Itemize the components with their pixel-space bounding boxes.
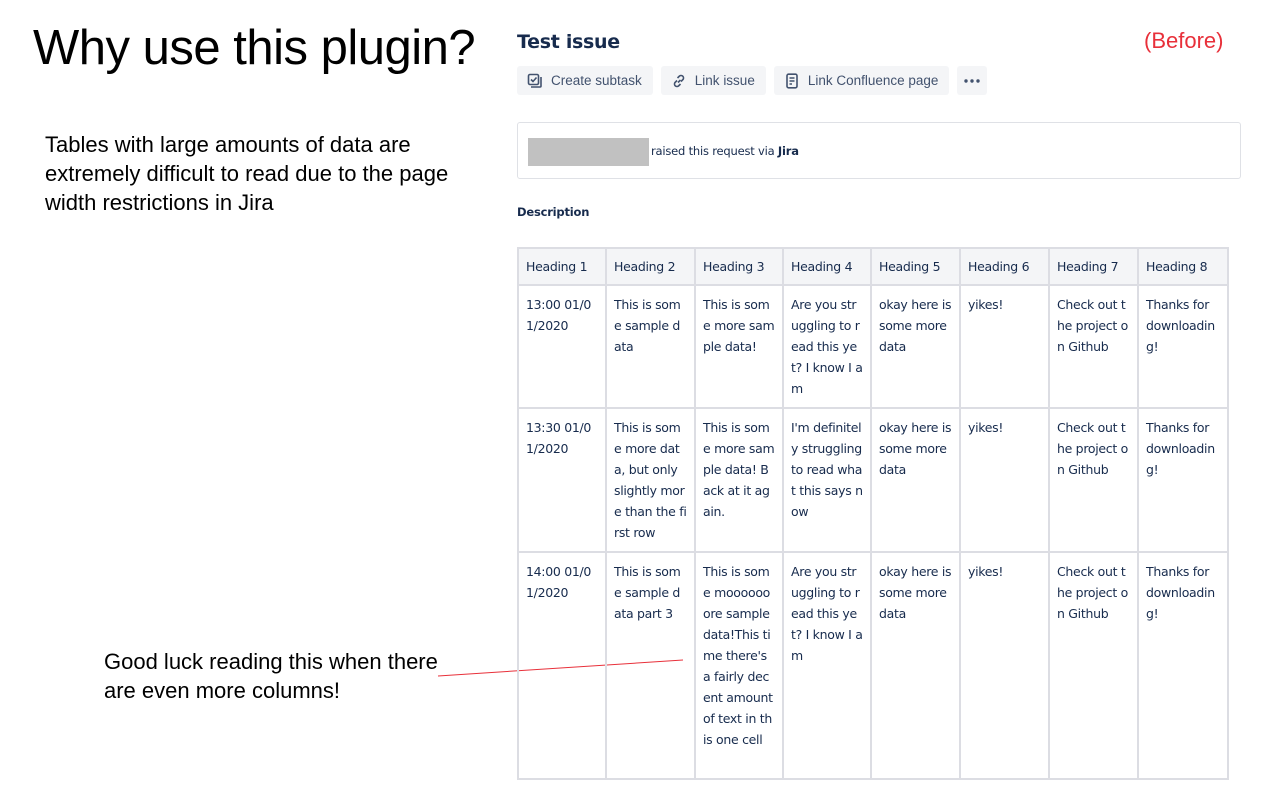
table-header-cell: Heading 2: [605, 247, 696, 286]
table-cell: I'm definitely struggling to read what t…: [782, 407, 872, 553]
table-cell: This is some more sample data!: [694, 284, 784, 409]
table-header-cell: Heading 5: [870, 247, 961, 286]
before-label: (Before): [1144, 28, 1224, 53]
issue-toolbar: Create subtask Link issue Link Confluenc…: [517, 66, 988, 95]
slide-title: Why use this plugin?: [33, 21, 476, 75]
table-cell: This is some mooooooore sample data!This…: [694, 551, 784, 780]
table-cell: Are you struggling to read this yet? I k…: [782, 284, 872, 409]
create-subtask-label: Create subtask: [551, 73, 642, 88]
link-issue-label: Link issue: [694, 73, 755, 88]
link-icon: [671, 73, 687, 89]
table-cell: Thanks for downloading!: [1137, 284, 1229, 409]
more-icon: [964, 78, 981, 83]
table-cell: 14:00 01/01/2020: [517, 551, 607, 780]
table-cell: 13:30 01/01/2020: [517, 407, 607, 553]
table-cell: This is some more sample data! Back at i…: [694, 407, 784, 553]
raised-request-text: raised this request via Jira: [651, 144, 799, 158]
table-header-cell: Heading 4: [782, 247, 872, 286]
table-cell: Check out the project on Github: [1048, 284, 1139, 409]
link-confluence-page-label: Link Confluence page: [807, 73, 939, 88]
table-header-cell: Heading 6: [959, 247, 1050, 286]
table-row: 13:30 01/01/2020 This is some more data,…: [517, 407, 1229, 553]
table-row: 14:00 01/01/2020 This is some sample dat…: [517, 551, 1229, 780]
table-cell: Check out the project on Github: [1048, 407, 1139, 553]
table-cell: This is some sample data: [605, 284, 696, 409]
table-cell: Check out the project on Github: [1048, 551, 1139, 780]
request-info-panel: raised this request via Jira: [517, 122, 1241, 179]
confluence-page-icon: [784, 72, 800, 89]
create-subtask-icon: [527, 73, 543, 89]
table-cell: yikes!: [959, 551, 1050, 780]
table-header-row: Heading 1 Heading 2 Heading 3 Heading 4 …: [517, 247, 1229, 286]
more-actions-button[interactable]: [957, 66, 988, 95]
table-cell: okay here is some more data: [870, 284, 961, 409]
slide-annotation-note: Good luck reading this when there are ev…: [104, 649, 438, 703]
issue-title: Test issue: [517, 31, 620, 53]
description-label: Description: [517, 205, 590, 219]
table-cell: yikes!: [959, 284, 1050, 409]
table-cell: Thanks for downloading!: [1137, 407, 1229, 553]
table-cell: This is some sample data part 3: [605, 551, 696, 780]
raised-request-prefix: raised this request via: [651, 144, 778, 158]
table-cell: Thanks for downloading!: [1137, 551, 1229, 780]
table-row: 13:00 01/01/2020 This is some sample dat…: [517, 284, 1229, 409]
link-issue-button[interactable]: Link issue: [660, 66, 766, 95]
slide-body-text: Tables with large amounts of data are ex…: [45, 132, 449, 215]
table-cell: okay here is some more data: [870, 551, 961, 780]
table-header-cell: Heading 8: [1137, 247, 1229, 286]
table-cell: Are you struggling to read this yet? I k…: [782, 551, 872, 780]
table-cell: 13:00 01/01/2020: [517, 284, 607, 409]
link-confluence-page-button[interactable]: Link Confluence page: [773, 66, 950, 95]
description-table: Heading 1 Heading 2 Heading 3 Heading 4 …: [517, 247, 1229, 780]
redacted-reporter-name: [528, 138, 649, 166]
create-subtask-button[interactable]: Create subtask: [517, 66, 653, 95]
table-header-cell: Heading 1: [517, 247, 607, 286]
table-header-cell: Heading 7: [1048, 247, 1139, 286]
table-cell: okay here is some more data: [870, 407, 961, 553]
table-header-cell: Heading 3: [694, 247, 784, 286]
table-cell: yikes!: [959, 407, 1050, 553]
request-channel: Jira: [777, 144, 799, 158]
table-cell: This is some more data, but only slightl…: [605, 407, 696, 553]
